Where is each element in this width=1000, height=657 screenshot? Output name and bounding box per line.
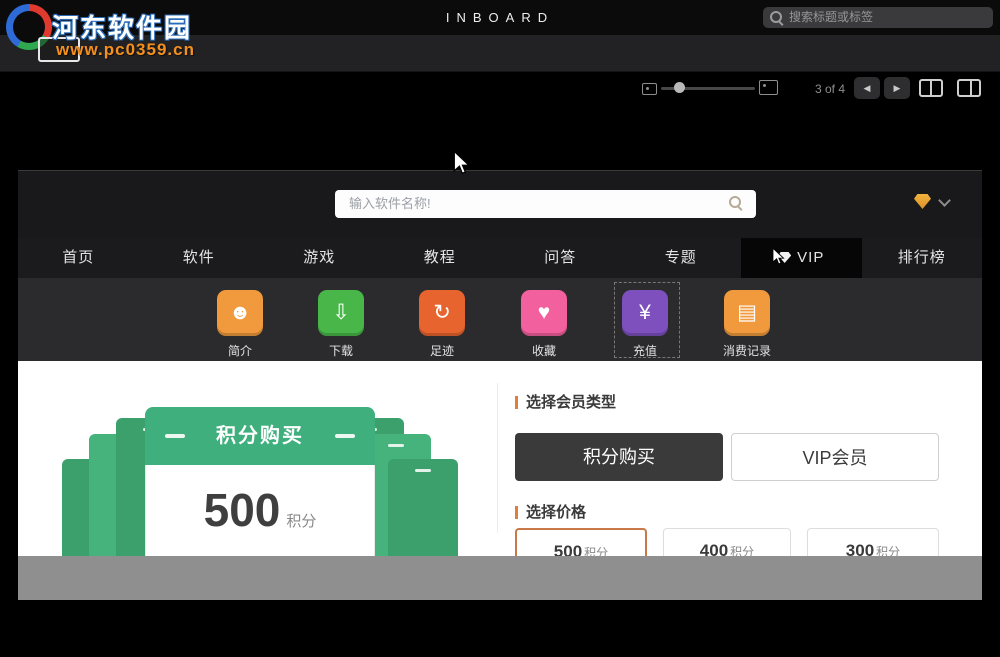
price-value: 400 — [700, 541, 728, 556]
page-indicator: 3 of 4 — [800, 82, 860, 96]
shortcut-downloads[interactable]: ⇩ 下载 — [301, 290, 381, 359]
price-unit: 积分 — [584, 546, 608, 556]
search-icon — [770, 11, 785, 26]
nav-item-vip-label: VIP — [797, 249, 824, 266]
inboard-window: INBOARD 搜索标题或标签 3 of 4 ◀ ▶ 输入软件名称! — [0, 0, 1000, 657]
history-clock-icon: ↻ — [419, 290, 465, 336]
points-card-title: 积分购买 — [145, 407, 375, 465]
layout-single-pane-button[interactable] — [917, 77, 945, 99]
price-label: 选择价格 — [515, 501, 586, 522]
member-type-vip-button[interactable]: VIP会员 — [731, 433, 939, 481]
shortcut-label: 足迹 — [402, 342, 482, 359]
points-card: 积分购买 500 积分 — [145, 407, 375, 556]
account-shortcut-row: ☻ 简介 ⇩ 下载 ↻ 足迹 ♥ 收藏 ¥ 充值 ▤ 消费记录 — [18, 278, 982, 361]
price-unit: 积分 — [876, 545, 900, 556]
nav-item-home[interactable]: 首页 — [18, 238, 139, 278]
heart-icon: ♥ — [521, 290, 567, 336]
shortcut-history[interactable]: ↻ 足迹 — [402, 290, 482, 359]
vip-account-badge[interactable] — [914, 192, 954, 212]
library-search-input[interactable]: 搜索标题或标签 — [763, 7, 993, 28]
zoom-in-thumbnail-icon — [759, 80, 778, 95]
chevron-down-icon — [938, 194, 951, 207]
layout-split-pane-button[interactable] — [955, 77, 983, 99]
price-value: 300 — [846, 541, 874, 556]
mouse-cursor-in-screenshot — [772, 247, 785, 271]
price-unit: 积分 — [730, 545, 754, 556]
shortcut-label: 简介 — [200, 342, 280, 359]
software-search-placeholder: 输入软件名称! — [349, 190, 431, 218]
nav-item-vip[interactable]: VIP — [741, 238, 862, 278]
receipt-icon: ▤ — [724, 290, 770, 336]
library-search-placeholder: 搜索标题或标签 — [789, 7, 873, 28]
shortcut-label: 充值 — [605, 342, 685, 359]
nav-item-topics[interactable]: 专题 — [621, 238, 742, 278]
pane-icon — [919, 79, 943, 97]
stacked-card — [388, 459, 458, 556]
gem-icon — [914, 194, 931, 209]
viewed-screenshot: 输入软件名称! 首页 软件 游戏 教程 问答 专题 VIP 排行榜 ☻ — [18, 170, 982, 600]
shortcut-recharge[interactable]: ¥ 充值 — [605, 290, 685, 359]
price-option-300[interactable]: 300积分 — [807, 528, 939, 556]
member-type-points-button[interactable]: 积分购买 — [515, 433, 723, 481]
nav-item-qa[interactable]: 问答 — [500, 238, 621, 278]
shortcut-label: 下载 — [301, 342, 381, 359]
split-pane-icon — [957, 79, 981, 97]
watermark-site-url: www.pc0359.cn — [56, 40, 195, 60]
zoom-slider-thumb[interactable] — [674, 82, 685, 93]
nav-item-ranking[interactable]: 排行榜 — [862, 238, 983, 278]
shortcut-favorites[interactable]: ♥ 收藏 — [504, 290, 584, 359]
panel-divider — [497, 383, 498, 533]
shortcut-profile[interactable]: ☻ 简介 — [200, 290, 280, 359]
nav-item-software[interactable]: 软件 — [139, 238, 260, 278]
nav-item-tutorials[interactable]: 教程 — [380, 238, 501, 278]
site-watermark: 河东软件园 www.pc0359.cn — [0, 0, 220, 72]
download-icon: ⇩ — [318, 290, 364, 336]
site-nav: 首页 软件 游戏 教程 问答 专题 VIP 排行榜 — [18, 238, 982, 278]
shortcut-purchase-records[interactable]: ▤ 消费记录 — [707, 290, 787, 359]
site-header: 输入软件名称! — [18, 171, 982, 238]
zoom-out-thumbnail-icon — [642, 83, 657, 95]
coin-icon: ¥ — [622, 290, 668, 336]
page-footer-band — [18, 556, 982, 600]
price-option-500[interactable]: 500积分 — [515, 528, 647, 556]
points-card-body: 500 积分 — [145, 465, 375, 556]
price-option-400[interactable]: 400积分 — [663, 528, 791, 556]
points-card-value: 500 — [204, 484, 281, 536]
label-accent-bar — [515, 506, 518, 519]
price-value: 500 — [554, 542, 582, 556]
profile-icon: ☻ — [217, 290, 263, 336]
next-image-button[interactable]: ▶ — [884, 77, 910, 99]
shortcut-label: 收藏 — [504, 342, 584, 359]
label-accent-bar — [515, 396, 518, 409]
software-search-input[interactable]: 输入软件名称! — [335, 190, 756, 218]
search-icon — [729, 196, 744, 211]
mouse-cursor — [453, 150, 471, 181]
recharge-panel: 积分购买 500积分 选择会员类型 积分购买 VIP会员 选择价格 500积分 … — [18, 361, 982, 556]
points-card-unit: 积分 — [286, 513, 316, 530]
member-type-label: 选择会员类型 — [515, 391, 616, 412]
nav-item-games[interactable]: 游戏 — [259, 238, 380, 278]
previous-image-button[interactable]: ◀ — [854, 77, 880, 99]
shortcut-label: 消费记录 — [707, 342, 787, 359]
